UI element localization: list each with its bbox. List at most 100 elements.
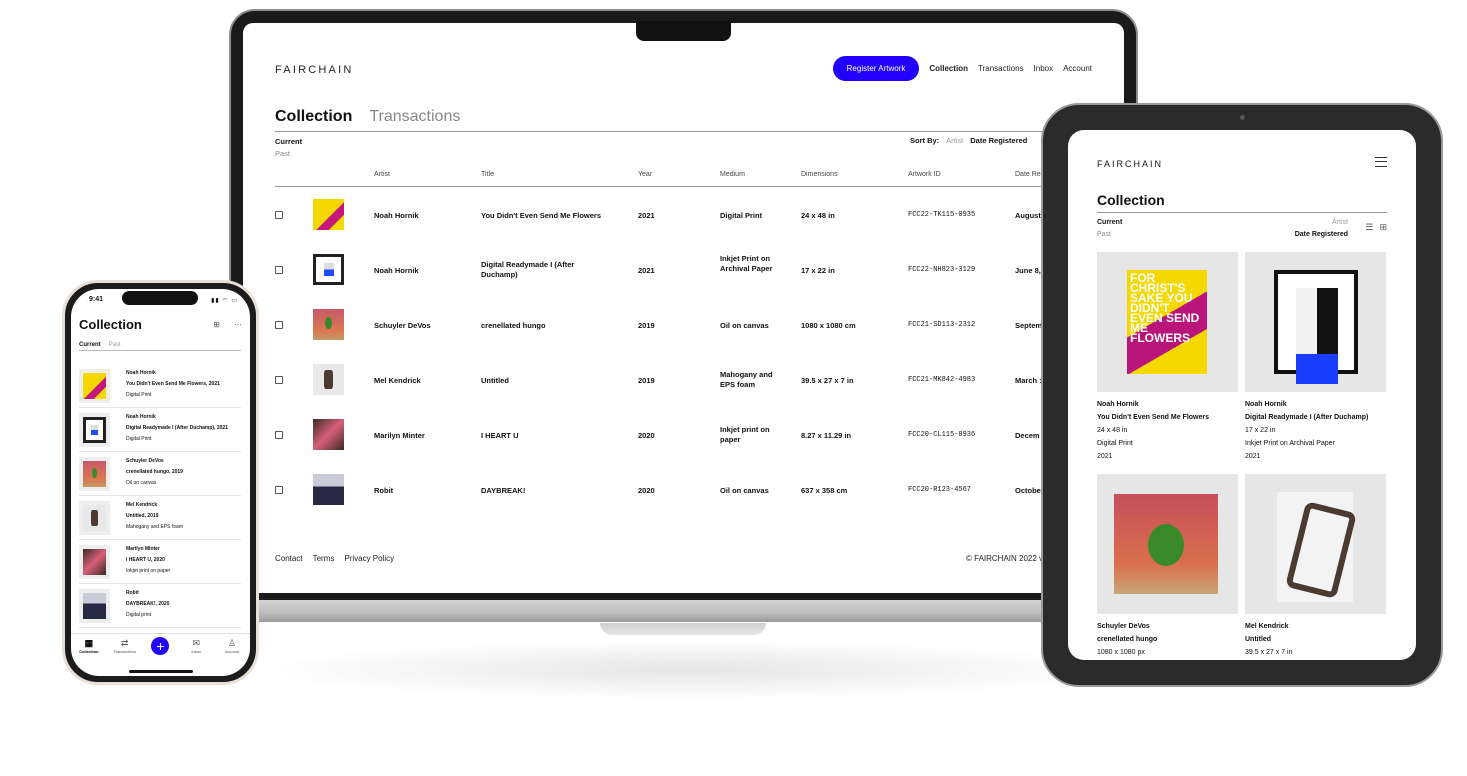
list-item[interactable]: Mel Kendrick Untitled, 2019 Mahogany and E… xyxy=(79,496,241,540)
list-item[interactable]: Noah Hornik Digital Readymade I (After Du… xyxy=(79,408,241,452)
artwork-thumbnail[interactable] xyxy=(313,419,344,450)
artwork-thumbnail[interactable] xyxy=(313,309,344,340)
artwork-thumbnail[interactable] xyxy=(79,501,110,535)
artwork-thumbnail[interactable] xyxy=(313,474,344,505)
artwork-card[interactable]: Mel Kendrick Untitled 39.5 x 27 x 7 in xyxy=(1245,474,1386,659)
sort-artist[interactable]: Artist xyxy=(1295,217,1348,229)
card-title: crenellated hungo xyxy=(1097,636,1158,643)
table-row[interactable]: Noah Hornik Digital Readymade I (After Du… xyxy=(275,242,1124,297)
nav-account[interactable]: Account xyxy=(1063,64,1092,73)
home-indicator xyxy=(129,670,193,673)
list-item[interactable]: Noah Hornik You Didn't Even Send Me Flowe… xyxy=(79,364,241,408)
cell-title[interactable]: Digital Readymade I (After Duchamp) xyxy=(481,260,611,280)
brand-logo[interactable]: FAIRCHAIN xyxy=(275,64,353,76)
col-artwork-id[interactable]: Artwork ID xyxy=(908,171,941,178)
list-view-icon[interactable]: ☰ xyxy=(1365,222,1373,233)
list-item[interactable]: Schuyler DeVos crenellated hungo, 2019 Oil… xyxy=(79,452,241,496)
footer-contact[interactable]: Contact xyxy=(275,554,303,563)
cell-dimensions: 39.5 x 27 x 7 in xyxy=(801,376,854,385)
artwork-thumbnail[interactable] xyxy=(79,413,110,447)
col-artist[interactable]: Artist xyxy=(374,171,390,178)
hamburger-menu-icon[interactable] xyxy=(1375,157,1387,167)
artwork-card[interactable]: Schuyler DeVos crenellated hungo 1080 x … xyxy=(1097,474,1238,659)
artwork-thumbnail[interactable] xyxy=(313,364,344,395)
tab-account[interactable]: ♙ Account xyxy=(217,638,247,654)
tab-transactions[interactable]: Transactions xyxy=(369,108,460,126)
tab-collection[interactable]: Collection xyxy=(275,108,352,126)
col-medium[interactable]: Medium xyxy=(720,171,745,178)
artwork-thumbnail[interactable] xyxy=(79,369,110,403)
list-item[interactable]: Robit DAYBREAK!, 2020 Digital print xyxy=(79,584,241,628)
row-checkbox[interactable] xyxy=(275,431,283,439)
artwork-thumbnail[interactable] xyxy=(313,254,344,285)
nav-collection[interactable]: Collection xyxy=(929,64,968,73)
artwork-hungo xyxy=(1114,494,1218,594)
row-checkbox[interactable] xyxy=(275,211,283,219)
filter-current[interactable]: Current xyxy=(1097,217,1122,229)
divider xyxy=(275,131,1124,132)
artwork-card[interactable]: FOR CHRIST'S SAKE YOU DIDN'T EVEN SEND M… xyxy=(1097,252,1238,463)
row-checkbox[interactable] xyxy=(275,266,283,274)
artwork-thumbnail[interactable] xyxy=(313,199,344,230)
filter-past[interactable]: Past xyxy=(275,148,302,160)
nav-inbox[interactable]: Inbox xyxy=(1034,64,1054,73)
artwork-image[interactable] xyxy=(1245,474,1386,614)
cell-title[interactable]: I HEART U xyxy=(481,431,611,441)
tab-collection[interactable]: ▦ Collection xyxy=(74,638,104,654)
card-artist: Mel Kendrick xyxy=(1245,623,1289,630)
artwork-image[interactable] xyxy=(1245,252,1386,392)
grid-view-icon[interactable]: ⊞ xyxy=(1379,222,1387,233)
footer-privacy[interactable]: Privacy Policy xyxy=(344,554,394,563)
row-checkbox[interactable] xyxy=(275,321,283,329)
tab-transactions[interactable]: ⇄ Transactions xyxy=(110,638,140,654)
table-row[interactable]: Marilyn Minter I HEART U 2020 Inkjet print … xyxy=(275,407,1124,462)
item-artist: Noah Hornik xyxy=(126,370,156,376)
artwork-image[interactable] xyxy=(1097,474,1238,614)
cell-title[interactable]: You Didn't Even Send Me Flowers xyxy=(481,211,611,221)
sort-date-registered[interactable]: Date Registered xyxy=(970,136,1027,145)
cell-date-registered: June 8, xyxy=(1015,266,1041,275)
tab-add[interactable]: + xyxy=(145,637,175,655)
card-title: Untitled xyxy=(1245,636,1272,643)
filter-current[interactable]: Current xyxy=(275,136,302,148)
artwork-thumbnail[interactable] xyxy=(79,545,110,579)
filter-past[interactable]: Past xyxy=(1097,229,1122,241)
battery-icon: ▭ xyxy=(231,298,238,304)
col-year[interactable]: Year xyxy=(638,171,652,178)
artwork-thumbnail[interactable] xyxy=(79,589,110,623)
col-dimensions[interactable]: Dimensions xyxy=(801,171,838,178)
col-title[interactable]: Title xyxy=(481,171,494,178)
nav-transactions[interactable]: Transactions xyxy=(978,64,1024,73)
sort-date-registered[interactable]: Date Registered xyxy=(1295,229,1348,241)
cell-title[interactable]: DAYBREAK! xyxy=(481,486,611,496)
filter-current[interactable]: Current xyxy=(79,342,101,348)
grid-view-icon[interactable]: ⊞ xyxy=(213,320,220,329)
register-artwork-button[interactable]: Register Artwork xyxy=(832,56,920,81)
cell-year: 2021 xyxy=(638,211,655,220)
table-row[interactable]: Schuyler DeVos crenellated hungo 2019 Oil o… xyxy=(275,297,1124,352)
row-checkbox[interactable] xyxy=(275,486,283,494)
more-icon[interactable]: ⋯ xyxy=(234,320,242,329)
artwork-card[interactable]: Noah Hornik Digital Readymade I (After D… xyxy=(1245,252,1386,463)
filter-past[interactable]: Past xyxy=(109,342,121,348)
brand-logo[interactable]: FAIRCHAIN xyxy=(1097,159,1163,169)
row-checkbox[interactable] xyxy=(275,376,283,384)
list-item[interactable]: Marilyn Minter I HEART U, 2020 Inkjet prin… xyxy=(79,540,241,584)
artwork-image[interactable]: FOR CHRIST'S SAKE YOU DIDN'T EVEN SEND M… xyxy=(1097,252,1238,392)
tab-inbox[interactable]: ✉ Inbox xyxy=(181,638,211,654)
artwork-duchamp xyxy=(1274,270,1358,384)
plus-icon[interactable]: + xyxy=(151,637,170,655)
footer-terms[interactable]: Terms xyxy=(313,554,335,563)
table-row[interactable]: Mel Kendrick Untitled 2019 Mahogany and EPS… xyxy=(275,352,1124,407)
cell-dimensions: 8.27 x 11.29 in xyxy=(801,431,852,440)
cell-date-registered: March : xyxy=(1015,376,1042,385)
cell-title[interactable]: Untitled xyxy=(481,376,611,386)
cell-artist: Robit xyxy=(374,486,394,495)
table-row[interactable]: Robit DAYBREAK! 2020 Oil on canvas 637 x 358… xyxy=(275,462,1124,517)
card-artist: Schuyler DeVos xyxy=(1097,623,1150,630)
artwork-list: Noah Hornik You Didn't Even Send Me Flowe… xyxy=(79,364,241,628)
table-row[interactable]: Noah Hornik You Didn't Even Send Me Flowe… xyxy=(275,187,1124,242)
sort-artist[interactable]: Artist xyxy=(946,136,963,145)
cell-title[interactable]: crenellated hungo xyxy=(481,321,611,331)
artwork-thumbnail[interactable] xyxy=(79,457,110,491)
